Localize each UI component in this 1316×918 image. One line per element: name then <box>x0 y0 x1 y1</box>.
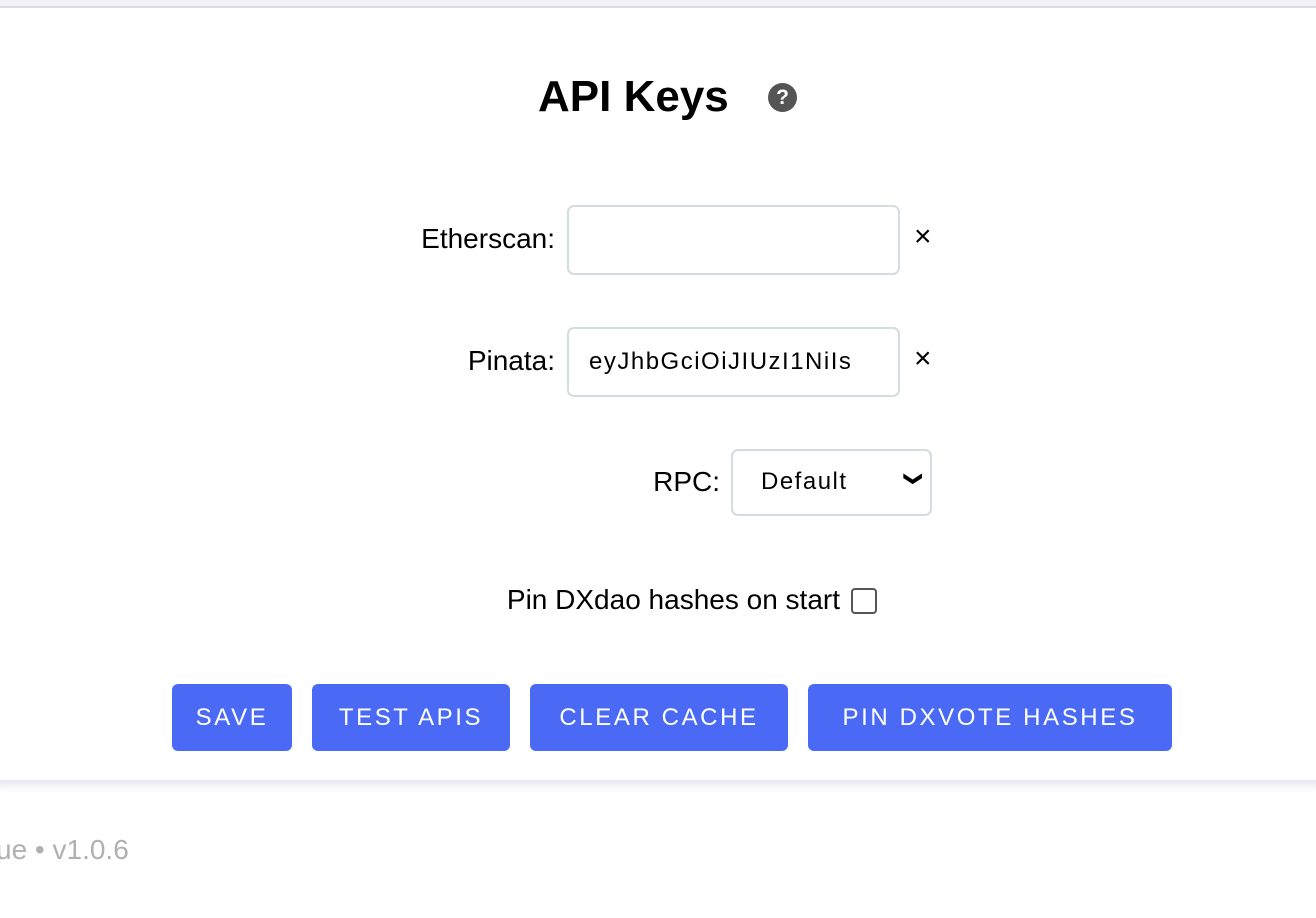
chevron-down-icon: ❯ <box>904 471 925 488</box>
top-bar <box>0 0 1316 8</box>
pin-hashes-label: Pin DXdao hashes on start <box>506 584 840 615</box>
pinata-clear-icon[interactable]: × <box>914 344 932 374</box>
page-title: API Keys <box>538 72 729 121</box>
help-icon[interactable]: ? <box>768 83 797 112</box>
rpc-selected-value: Default <box>761 468 848 495</box>
pinata-label: Pinata: <box>467 345 555 376</box>
pinata-input[interactable] <box>567 327 900 397</box>
test-apis-button[interactable]: TEST APIS <box>312 684 510 751</box>
etherscan-input[interactable] <box>567 205 900 275</box>
pin-hashes-checkbox[interactable] <box>851 588 877 614</box>
rpc-select[interactable]: Default ❯ <box>731 449 932 516</box>
clear-cache-button[interactable]: CLEAR CACHE <box>530 684 788 751</box>
etherscan-clear-icon[interactable]: × <box>914 222 932 252</box>
save-button[interactable]: SAVE <box>172 684 292 751</box>
pin-dxvote-hashes-button[interactable]: PIN DXVOTE HASHES <box>808 684 1172 751</box>
footer-version: ue • v1.0.6 <box>0 834 129 865</box>
etherscan-label: Etherscan: <box>421 223 555 254</box>
rpc-label: RPC: <box>653 466 720 497</box>
